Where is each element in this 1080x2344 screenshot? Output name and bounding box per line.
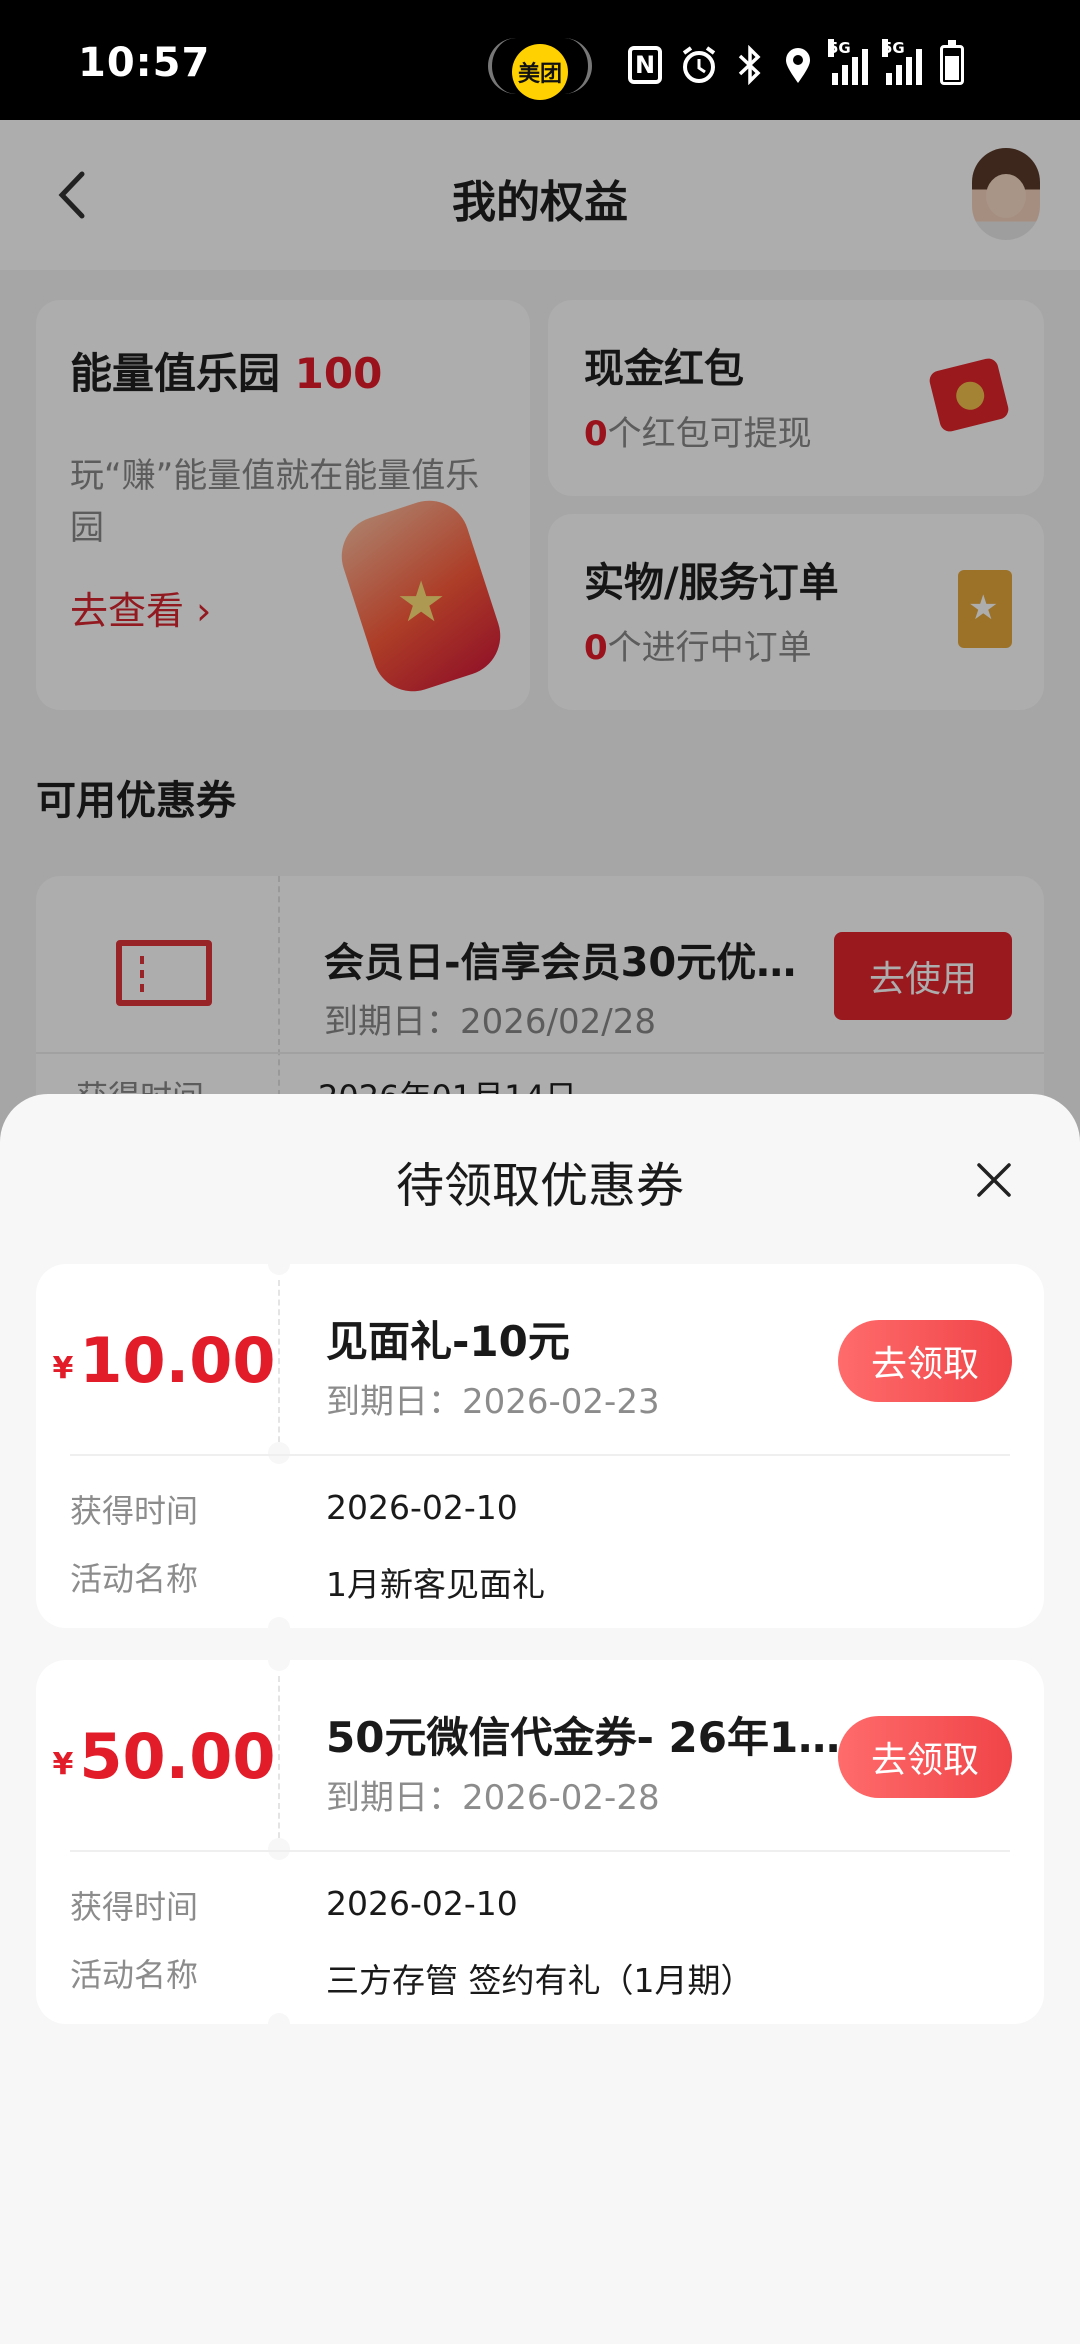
obtained-label: 获得时间 xyxy=(70,1888,199,1926)
location-icon xyxy=(786,48,810,83)
divider xyxy=(70,1850,1010,1852)
alarm-icon xyxy=(682,46,716,83)
obtained-value: 2026-02-10 xyxy=(326,1488,518,1527)
status-time: 10:57 xyxy=(78,40,211,86)
notch xyxy=(268,1253,290,1275)
activity-value: 三方存管 签约有礼（1月期） xyxy=(326,1961,754,2000)
activity-label: 活动名称 xyxy=(70,1560,199,1598)
signal-2-icon: 5G xyxy=(882,39,922,85)
nfc-icon: N xyxy=(628,46,662,84)
coupon-expiry: 到期日：2026-02-28 xyxy=(326,1778,660,1818)
obtained-value: 2026-02-10 xyxy=(326,1884,518,1923)
coupon-title: 见面礼-10元 xyxy=(326,1317,570,1366)
coupon-amount: ¥10.00 xyxy=(50,1324,278,1397)
notch xyxy=(268,1442,290,1464)
status-icons: N 5G 5G xyxy=(628,39,964,90)
close-icon[interactable] xyxy=(976,1162,1012,1198)
divider xyxy=(278,1676,280,1848)
currency-symbol: ¥ xyxy=(52,1351,74,1386)
obtained-label: 获得时间 xyxy=(70,1492,199,1530)
activity-label: 活动名称 xyxy=(70,1956,199,1994)
coupon-amount: ¥50.00 xyxy=(50,1720,278,1793)
pending-coupon-card: ¥50.00 50元微信代金券- 26年1… 到期日：2026-02-28 去领… xyxy=(36,1649,1044,2035)
sheet-title: 待领取优惠券 xyxy=(395,1158,684,1214)
divider xyxy=(70,1454,1010,1456)
currency-symbol: ¥ xyxy=(52,1747,74,1782)
notch xyxy=(268,1838,290,1860)
claim-coupon-button[interactable]: 去领取 xyxy=(838,1716,1012,1798)
claim-coupon-button[interactable]: 去领取 xyxy=(838,1320,1012,1402)
bluetooth-icon xyxy=(738,45,761,85)
pending-coupon-card: ¥10.00 见面礼-10元 到期日：2026-02-23 去领取 获得时间 2… xyxy=(36,1253,1044,1639)
notch xyxy=(268,1649,290,1671)
pending-coupons-sheet: 待领取优惠券 ¥10.00 见面礼-10元 到期日：2026-02-23 去领取… xyxy=(0,1094,1080,2344)
status-bar: 10:57 美团 N 5G 5G xyxy=(0,0,1080,120)
amount-value: 10.00 xyxy=(79,1324,276,1397)
coupon-expiry: 到期日：2026-02-23 xyxy=(326,1382,660,1422)
activity-value: 1月新客见面礼 xyxy=(326,1565,545,1604)
signal-1-icon: 5G xyxy=(828,39,868,85)
amount-value: 50.00 xyxy=(79,1720,276,1793)
notch xyxy=(268,2013,290,2035)
notch xyxy=(268,1617,290,1639)
divider xyxy=(278,1280,280,1452)
meituan-badge: 美团 xyxy=(512,44,568,100)
coupon-title: 50元微信代金券- 26年1… xyxy=(326,1713,841,1762)
battery-icon xyxy=(940,40,964,85)
